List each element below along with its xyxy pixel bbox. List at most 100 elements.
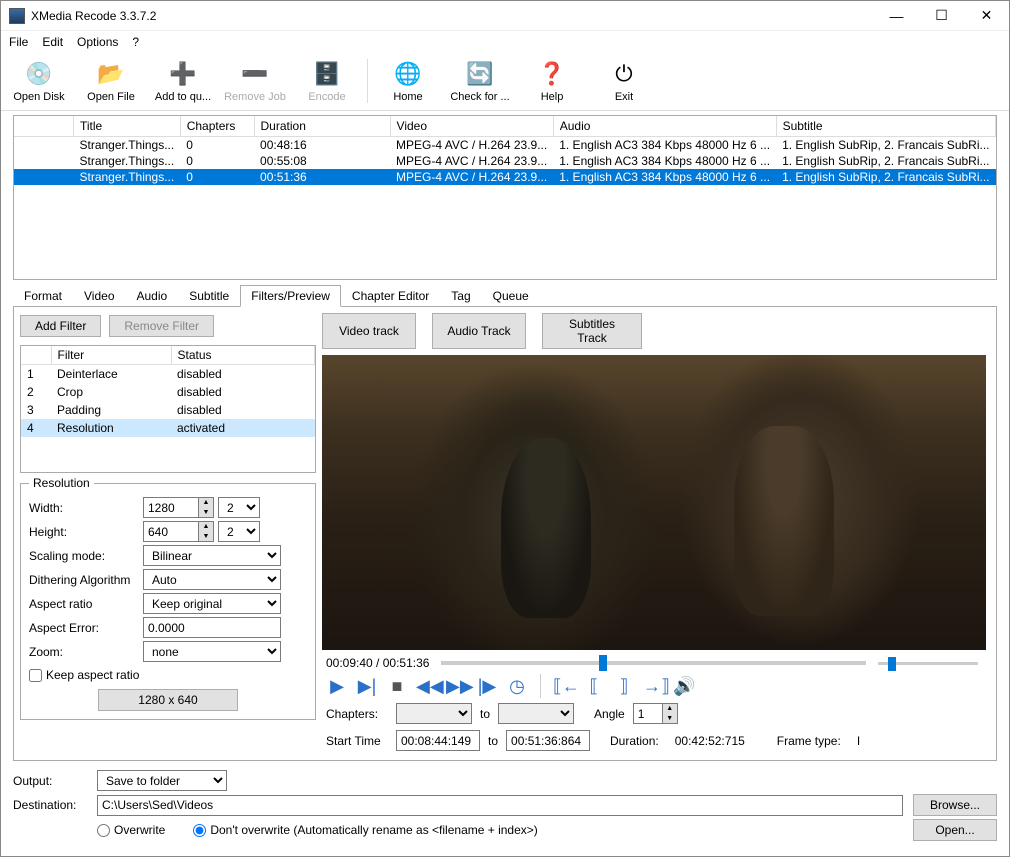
width-spinner[interactable]: ▲▼ [199,497,214,518]
file-header[interactable]: Title [74,116,181,136]
angle-input[interactable] [633,703,663,724]
add-filter-button[interactable]: Add Filter [20,315,101,337]
toolbar-help[interactable]: ❓Help [518,57,586,105]
toolbar-label: Check for ... [450,91,509,103]
file-row[interactable]: Stranger.Things...000:55:08MPEG-4 AVC / … [14,153,996,169]
minimize-button[interactable]: — [874,1,919,30]
dont-overwrite-radio[interactable] [193,824,206,837]
zoom-select[interactable]: none [143,641,281,662]
step-icon[interactable]: |▶ [476,676,498,697]
seek-slider[interactable] [441,661,866,665]
dither-select[interactable]: Auto [143,569,281,590]
aspect-label: Aspect ratio [29,597,139,611]
toolbar-openfile[interactable]: 📂Open File [77,57,145,105]
toolbar-label: Encode [308,91,345,103]
overwrite-radio[interactable] [97,824,110,837]
menu-edit[interactable]: Edit [42,35,63,49]
tab-format[interactable]: Format [13,285,73,307]
aspect-error-input[interactable] [143,617,281,638]
clock-icon[interactable]: ◷ [506,676,528,697]
remove-filter-button[interactable]: Remove Filter [109,315,214,337]
maximize-button[interactable]: ☐ [919,1,964,30]
file-row[interactable]: Stranger.Things...000:51:36MPEG-4 AVC / … [14,169,996,185]
tab-subtitle[interactable]: Subtitle [178,285,240,307]
filter-row[interactable]: 3Paddingdisabled [21,401,315,419]
video-preview[interactable] [322,355,986,650]
aspect-select[interactable]: Keep original [143,593,281,614]
next-icon[interactable]: ▶| [356,676,378,697]
mark-in-icon[interactable]: ⟦← [553,676,575,697]
file-header[interactable]: Video [390,116,553,136]
output-select[interactable]: Save to folder [97,770,227,791]
toolbar-home[interactable]: 🌐Home [374,57,442,105]
width-label: Width: [29,501,139,515]
toolbar-opendisk[interactable]: 💿Open Disk [5,57,73,105]
chapter-to-select[interactable] [498,703,574,724]
file-header[interactable]: Audio [553,116,776,136]
toolbar-label: Remove Job [224,91,286,103]
toolbar-icon: ⏻ [609,59,639,89]
filter-row[interactable]: 1Deinterlacedisabled [21,365,315,384]
file-header[interactable]: Subtitle [776,116,995,136]
play-icon[interactable]: ▶ [326,676,348,697]
video-track-button[interactable]: Video track [322,313,416,349]
scaling-select[interactable]: Bilinear [143,545,281,566]
bracket-out-icon[interactable]: ⟧ [613,676,635,697]
file-row[interactable]: Stranger.Things...000:48:16MPEG-4 AVC / … [14,136,996,153]
playback-controls: ▶ ▶| ■ ◀◀ ▶▶ |▶ ◷ ⟦← ⟦ ⟧ →⟧ 🔊 [322,672,990,700]
filter-list[interactable]: FilterStatus1Deinterlacedisabled2Cropdis… [20,345,316,473]
toolbar-icon: ➕ [168,59,198,89]
window-title: XMedia Recode 3.3.7.2 [31,9,874,23]
file-list[interactable]: TitleChaptersDurationVideoAudioSubtitleS… [13,115,997,280]
filter-header[interactable]: Status [171,346,315,365]
audio-track-button[interactable]: Audio Track [432,313,526,349]
destination-input[interactable] [97,795,903,816]
browse-button[interactable]: Browse... [913,794,997,816]
width-multiplier[interactable]: 2 [218,497,260,518]
toolbar-icon: 📂 [96,59,126,89]
start-time-label: Start Time [326,734,388,748]
tab-chaptereditor[interactable]: Chapter Editor [341,285,440,307]
toolbar-icon: ❓ [537,59,567,89]
toolbar-addtoqu[interactable]: ➕Add to qu... [149,57,217,105]
end-time-input[interactable] [506,730,590,751]
tab-filterspreview[interactable]: Filters/Preview [240,285,341,307]
height-spinner[interactable]: ▲▼ [199,521,214,542]
height-input[interactable] [143,521,199,542]
filter-header[interactable]: Filter [51,346,171,365]
forward-icon[interactable]: ▶▶ [446,676,468,697]
bracket-in-icon[interactable]: ⟦ [583,676,605,697]
tab-audio[interactable]: Audio [126,285,179,307]
menu-file[interactable]: File [9,35,28,49]
rewind-icon[interactable]: ◀◀ [416,676,438,697]
toolbar-checkfor[interactable]: 🔄Check for ... [446,57,514,105]
height-multiplier[interactable]: 2 [218,521,260,542]
chapter-from-select[interactable] [396,703,472,724]
start-time-input[interactable] [396,730,480,751]
time-display: 00:09:40 / 00:51:36 [326,656,429,670]
toolbar-exit[interactable]: ⏻Exit [590,57,658,105]
stop-icon[interactable]: ■ [386,676,408,697]
file-header[interactable] [14,116,74,136]
filter-row[interactable]: 4Resolutionactivated [21,419,315,437]
menu-options[interactable]: Options [77,35,118,49]
file-header[interactable]: Duration [254,116,390,136]
tab-tag[interactable]: Tag [440,285,481,307]
tab-video[interactable]: Video [73,285,125,307]
dimensions-button[interactable]: 1280 x 640 [98,689,238,711]
subtitles-track-button[interactable]: Subtitles Track [542,313,642,349]
filter-row[interactable]: 2Cropdisabled [21,383,315,401]
close-button[interactable]: ✕ [964,1,1009,30]
open-button[interactable]: Open... [913,819,997,841]
mark-out-icon[interactable]: →⟧ [643,676,665,697]
tab-queue[interactable]: Queue [482,285,540,307]
angle-spinner[interactable]: ▲▼ [663,703,678,724]
keep-aspect-checkbox[interactable] [29,669,42,682]
sound-icon[interactable]: 🔊 [673,676,695,697]
filter-header[interactable] [21,346,51,365]
volume-slider[interactable] [878,662,978,665]
width-input[interactable] [143,497,199,518]
menu-help[interactable]: ? [132,35,139,49]
toolbar-label: Home [393,91,422,103]
file-header[interactable]: Chapters [180,116,254,136]
